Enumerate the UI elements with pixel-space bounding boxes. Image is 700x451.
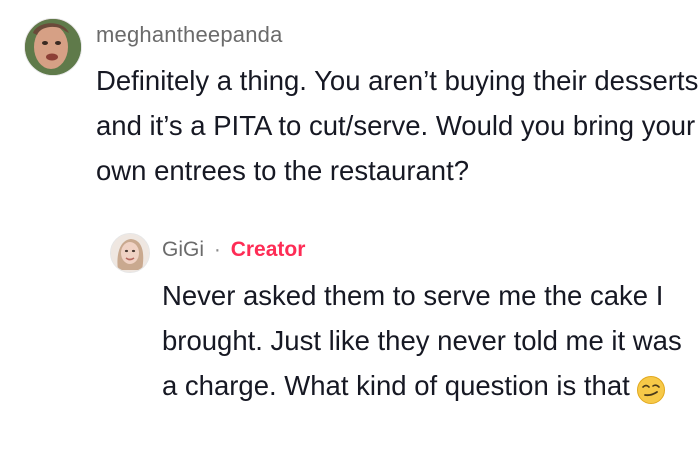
separator-dot: · (213, 238, 221, 261)
reply-avatar[interactable] (110, 233, 150, 273)
avatar-icon (25, 19, 81, 75)
reply-text: Never asked them to serve me the cake I … (162, 273, 697, 408)
commenter-username[interactable]: meghantheepanda (96, 22, 283, 48)
comment-text: Definitely a thing. You aren’t buying th… (96, 65, 699, 186)
creator-badge: Creator (230, 238, 306, 261)
reply-body: Never asked them to serve me the cake I … (162, 280, 682, 401)
commenter-avatar[interactable] (24, 18, 82, 76)
avatar-icon (111, 234, 149, 272)
reply-header: GiGi · Creator (162, 238, 305, 262)
smirk-emoji-icon (636, 373, 666, 404)
reply-username[interactable]: GiGi (162, 238, 204, 261)
